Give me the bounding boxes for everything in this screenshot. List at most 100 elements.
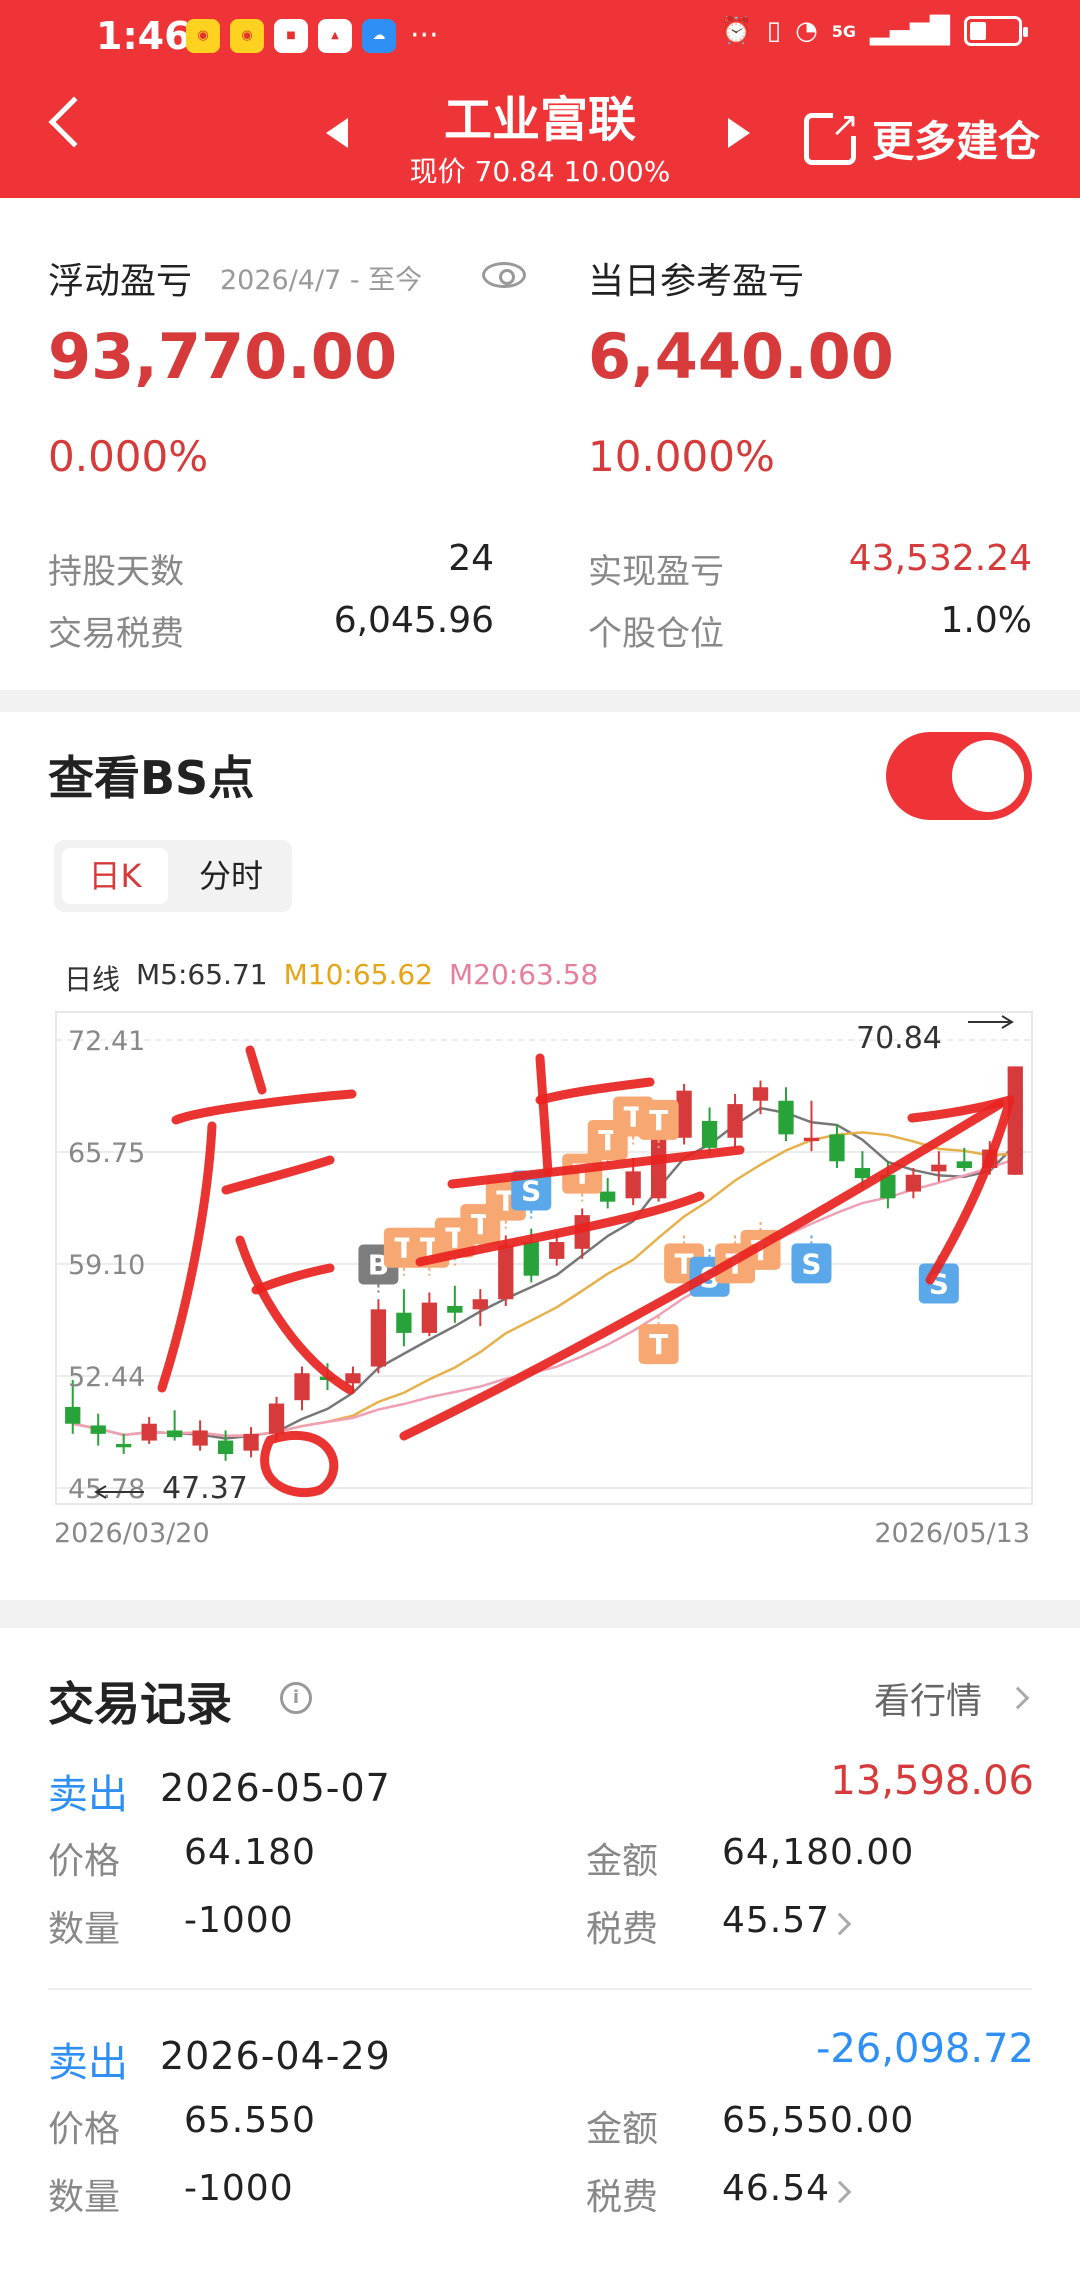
fee-value: 6,045.96 — [333, 600, 494, 641]
tab-intraday[interactable]: 分时 — [178, 848, 284, 904]
candle-body — [217, 1440, 234, 1455]
back-icon[interactable] — [48, 96, 100, 148]
fee-value[interactable]: 46.54 — [722, 2168, 830, 2209]
more-notifications-icon: ··· — [410, 18, 439, 53]
qty-label: 数量 — [48, 1909, 121, 1950]
day-pl-percent: 10.000% — [588, 432, 775, 481]
annotation-char-low-stroke — [171, 1089, 357, 1125]
day-pl-label: 当日参考盈亏 — [588, 261, 805, 302]
amount-value: 65,550.00 — [722, 2100, 915, 2141]
realized-pl-value: 43,532.24 — [848, 538, 1032, 579]
toggle-knob — [952, 740, 1024, 812]
eye-icon[interactable] — [482, 262, 526, 288]
candle-body — [523, 1242, 539, 1276]
status-bar: 1:46 ◉ ◉ ■ ▲ ☁ ··· ⏰ ▯ ◔ 5G ▂▄▆█ — [0, 0, 1080, 70]
candle-body — [931, 1164, 947, 1172]
marker-label: S — [801, 1247, 821, 1280]
record-date: 2026-05-07 — [160, 1766, 391, 1810]
annotation-char-low-stroke — [235, 1235, 355, 1395]
candle-body — [727, 1104, 743, 1138]
y-tick-label: 45.78 — [68, 1474, 145, 1505]
bs-section-title: 查看BS点 — [48, 751, 255, 805]
float-pl-label: 浮动盈亏 — [48, 261, 193, 302]
candle-body — [829, 1134, 845, 1162]
float-pl-percent: 0.000% — [48, 432, 209, 481]
xiaohongshu-icon: ■ — [274, 18, 308, 53]
notification-icons: ◉ ◉ ■ ▲ ☁ ··· — [186, 18, 439, 53]
price-value: 65.550 — [184, 2100, 316, 2141]
app-header: 1:46 ◉ ◉ ■ ▲ ☁ ··· ⏰ ▯ ◔ 5G ▂▄▆█ 工业富联 现价… — [0, 0, 1080, 198]
qty-value: -1000 — [184, 2168, 294, 2209]
tab-daily-k[interactable]: 日K — [62, 848, 168, 904]
position-label: 个股仓位 — [588, 614, 724, 654]
bs-markers: BT T T TT STTT TTT S T T SS — [358, 1096, 959, 1365]
candlestick-chart[interactable]: BT T T TT STTT TTT S T T SS 72.4165.7559.1052.444… — [0, 1000, 1080, 1580]
marker-label: T — [649, 1328, 668, 1361]
candle-body — [243, 1433, 259, 1451]
candle-body — [472, 1299, 488, 1310]
candle-body — [803, 1137, 820, 1142]
network-label: 5G — [831, 21, 857, 41]
candle-body — [956, 1161, 972, 1169]
share-icon: ↗ — [804, 108, 859, 165]
candle-body — [90, 1425, 106, 1434]
annotation-char-low-stroke — [245, 1045, 267, 1095]
candle-body — [294, 1373, 310, 1401]
candle-body — [141, 1423, 157, 1441]
amount-label: 金额 — [586, 2109, 659, 2150]
candle-body — [192, 1430, 208, 1446]
hold-days-value: 24 — [448, 538, 494, 579]
stock-title: 工业富联 — [443, 92, 636, 148]
record-divider — [48, 1988, 1032, 1990]
ma-legend: 日线 M5:65.71 M10:65.62 M20:63.58 — [64, 958, 598, 998]
vibrate-icon: ▯ — [766, 16, 782, 46]
candle-body — [345, 1373, 361, 1384]
annotation-char-low-stroke — [260, 1430, 339, 1498]
system-icons: ⏰ ▯ ◔ 5G ▂▄▆█ — [720, 16, 1028, 46]
candle-body — [65, 1406, 81, 1424]
previous-stock-icon[interactable] — [326, 118, 348, 148]
annotation-char-up-stroke — [535, 1053, 553, 1177]
candle-body — [905, 1174, 922, 1192]
record-pl: 13,598.06 — [830, 1758, 1034, 1804]
candle-body — [625, 1171, 641, 1199]
record-date: 2026-04-29 — [160, 2034, 391, 2078]
x-tick-label: 2026/05/13 — [874, 1518, 1030, 1549]
annotation-char-low-stroke — [251, 1263, 335, 1295]
float-pl-date: 2026/4/7 - 至今 — [220, 265, 423, 296]
battery-icon — [964, 16, 1028, 46]
bs-toggle[interactable] — [886, 732, 1032, 820]
view-market-link[interactable]: 看行情 — [874, 1672, 982, 1724]
price-label: 价格 — [48, 1841, 121, 1882]
fee-value[interactable]: 45.57 — [722, 1900, 830, 1941]
record-type: 卖出 — [48, 1772, 128, 1818]
cloud-icon: ☁ — [362, 18, 396, 53]
records-title: 交易记录 — [48, 1677, 232, 1731]
y-tick-label: 52.44 — [68, 1362, 145, 1393]
x-tick-label: 2026/03/20 — [54, 1518, 210, 1549]
position-value: 1.0% — [940, 600, 1032, 641]
day-pl-value: 6,440.00 — [588, 320, 894, 393]
price-label: 价格 — [48, 2109, 121, 2150]
more-build-button[interactable]: ↗ 更多建仓 — [804, 108, 1040, 169]
fee-label: 税费 — [586, 1909, 659, 1950]
info-icon[interactable]: i — [280, 1682, 312, 1714]
alarm-icon: ⏰ — [720, 16, 753, 46]
float-pl-value: 93,770.00 — [48, 320, 398, 393]
status-time: 1:46 — [96, 14, 191, 58]
candle-body — [396, 1312, 412, 1333]
ma-label: 日线 — [64, 963, 121, 996]
amount-value: 64,180.00 — [722, 1832, 915, 1873]
fee-label: 税费 — [586, 2177, 659, 2218]
hold-days-label: 持股天数 — [48, 552, 184, 592]
candle-body — [701, 1120, 718, 1148]
high-price-label: 70.84 — [856, 1021, 942, 1056]
next-stock-icon[interactable] — [728, 118, 750, 148]
candle-body — [549, 1242, 565, 1259]
record-pl: -26,098.72 — [815, 2026, 1034, 2072]
fee-label: 交易税费 — [48, 614, 184, 654]
qty-label: 数量 — [48, 2177, 121, 2218]
annotation-char-low-stroke — [221, 1155, 335, 1195]
y-tick-label: 65.75 — [68, 1138, 145, 1169]
price-value: 64.180 — [184, 1832, 316, 1873]
